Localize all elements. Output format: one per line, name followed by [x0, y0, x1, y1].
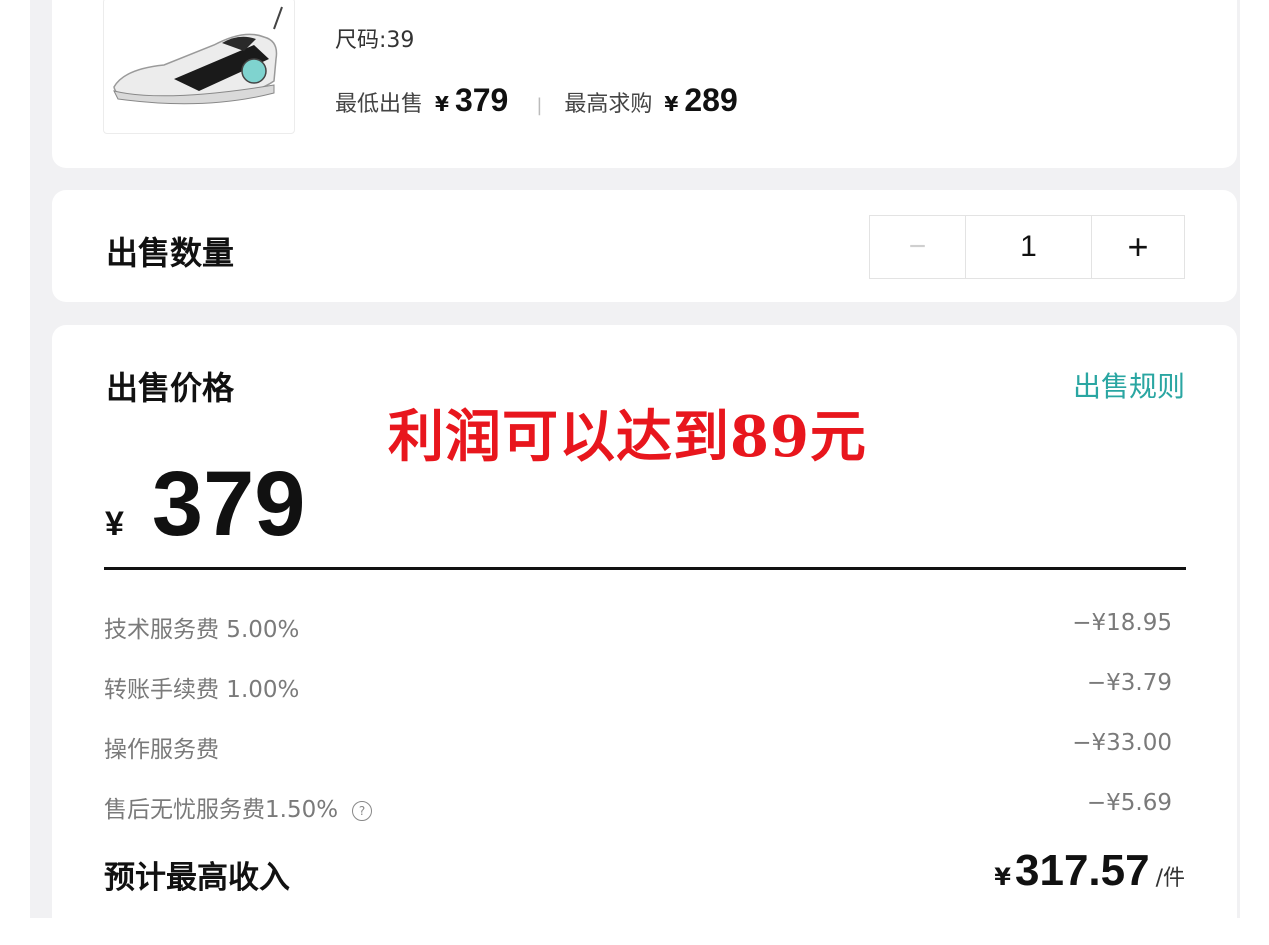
- size-label: 尺码:39: [335, 28, 415, 53]
- fee-row: 技术服务费 5.00% −¥18.95: [104, 610, 1172, 644]
- estimated-income-label: 预计最高收入: [104, 860, 290, 896]
- income-amount: 317.57: [1015, 846, 1150, 895]
- lowest-sell-label: 最低出售: [335, 92, 424, 117]
- income-unit: /件: [1155, 866, 1185, 891]
- fee-row: 售后无忧服务费1.50%? −¥5.69: [104, 790, 1172, 824]
- fee-label: 售后无忧服务费1.50%: [104, 797, 339, 823]
- highest-bid-currency: ¥: [664, 92, 679, 116]
- fee-amount: −¥33.00: [1072, 730, 1172, 756]
- estimated-income-value: ¥ 317.57 /件: [994, 846, 1185, 896]
- price-underline: [104, 567, 1186, 570]
- product-thumbnail[interactable]: [103, 0, 295, 134]
- fee-label: 技术服务费 5.00%: [104, 617, 300, 643]
- highest-bid-label: 最高求购: [564, 92, 653, 117]
- profit-overlay-text: 利润可以达到89元: [388, 404, 867, 470]
- price-separator: |: [536, 95, 543, 116]
- fee-label: 操作服务费: [104, 737, 219, 763]
- sell-price-input[interactable]: ¥ 379: [105, 452, 305, 557]
- sneaker-image: [113, 6, 283, 105]
- sell-price-currency: ¥: [105, 505, 124, 543]
- highest-bid-price: 289: [684, 82, 738, 118]
- quantity-value[interactable]: 1: [966, 216, 1092, 278]
- fee-label-with-help: 售后无忧服务费1.50%?: [104, 790, 373, 824]
- market-price-line: 最低出售 ¥ 379 | 最高求购 ¥ 289: [335, 82, 738, 119]
- help-icon[interactable]: ?: [352, 800, 373, 821]
- sell-rules-link[interactable]: 出售规则: [1073, 365, 1185, 405]
- decrement-button[interactable]: −: [870, 216, 966, 278]
- fee-amount: −¥5.69: [1086, 790, 1172, 816]
- sell-price-value: 379: [151, 453, 306, 555]
- quantity-label: 出售数量: [106, 234, 235, 272]
- fee-row: 操作服务费 −¥33.00: [104, 730, 1172, 764]
- income-currency: ¥: [994, 863, 1011, 891]
- fee-amount: −¥18.95: [1072, 610, 1172, 636]
- fee-label: 转账手续费 1.00%: [104, 677, 300, 703]
- sell-price-label: 出售价格: [106, 369, 235, 407]
- increment-button[interactable]: +: [1092, 216, 1184, 278]
- fee-row: 转账手续费 1.00% −¥3.79: [104, 670, 1172, 704]
- fee-amount: −¥3.79: [1086, 670, 1172, 696]
- lowest-sell-price: 379: [454, 82, 509, 118]
- lowest-sell-currency: ¥: [435, 92, 449, 116]
- quantity-stepper: − 1 +: [869, 215, 1185, 279]
